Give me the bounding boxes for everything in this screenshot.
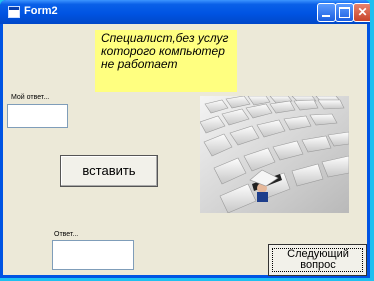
form2-window: Form2 ✕ Специалист,без услуг которого ко… xyxy=(0,0,370,278)
question-text: Специалист,без услуг которого компьютер … xyxy=(101,31,229,71)
minimize-icon[interactable] xyxy=(317,3,336,22)
next-question-button[interactable]: Следующий вопрос xyxy=(268,244,367,276)
maximize-icon[interactable] xyxy=(335,3,354,22)
title-bar[interactable]: Form2 ✕ xyxy=(0,0,370,24)
my-answer-label: Мой ответ... xyxy=(11,94,50,101)
close-icon[interactable]: ✕ xyxy=(353,3,370,22)
insert-button[interactable]: вставить xyxy=(60,155,158,187)
window-title: Form2 xyxy=(24,5,58,17)
next-question-label: Следующий вопрос xyxy=(287,248,349,271)
my-answer-input[interactable] xyxy=(7,104,68,128)
app-icon xyxy=(8,6,20,18)
answer-label: Ответ... xyxy=(54,231,79,238)
answer-input[interactable] xyxy=(52,240,134,270)
form-client-area: Специалист,без услуг которого компьютер … xyxy=(3,24,367,276)
question-note: Специалист,без услуг которого компьютер … xyxy=(95,30,237,92)
keyboard-photo-image xyxy=(200,96,349,213)
